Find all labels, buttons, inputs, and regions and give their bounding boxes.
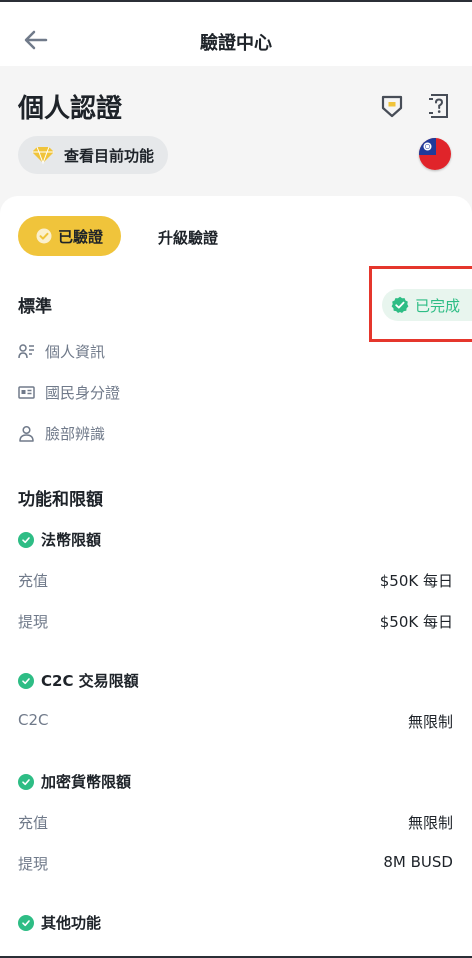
standard-section-title: 標準 <box>18 297 52 317</box>
fiat-limits-heading: 法幣限額 <box>18 529 101 550</box>
fiat-deposit-value: $50K 每日 <box>379 572 453 590</box>
top-bar: 驗證中心 <box>0 0 472 66</box>
requirement-label: 個人資訊 <box>45 343 106 361</box>
view-features-label: 查看目前功能 <box>64 146 155 165</box>
verification-card: 已驗證 升級驗證 標準 已完成 個人資訊 國民身分證 臉部辨識 功能和限額 法幣… <box>0 196 472 958</box>
user-info-icon <box>18 344 34 359</box>
crypto-deposit-value: 無限制 <box>407 814 453 832</box>
requirement-label: 臉部辨識 <box>45 425 106 443</box>
c2c-limits-title: C2C 交易限額 <box>41 672 139 690</box>
other-features-heading: 其他功能 <box>18 912 101 933</box>
crypto-limits-heading: 加密貨幣限額 <box>18 771 131 792</box>
crypto-withdraw-value: 8M BUSD <box>383 853 453 871</box>
face-icon <box>19 425 34 442</box>
c2c-value: 無限制 <box>407 713 453 731</box>
requirement-item-id-card: 國民身分證 <box>18 382 120 403</box>
view-features-button[interactable]: 查看目前功能 <box>18 136 169 174</box>
fiat-limits-title: 法幣限額 <box>41 531 102 549</box>
fiat-deposit-label: 充值 <box>18 572 49 590</box>
crypto-withdraw-label: 提現 <box>18 855 49 873</box>
tab-upgrade[interactable]: 升級驗證 <box>158 227 218 248</box>
tab-verified-label: 已驗證 <box>57 227 103 246</box>
check-circle-icon <box>18 773 34 790</box>
help-icon <box>429 94 448 118</box>
crypto-deposit-label: 充值 <box>18 814 49 832</box>
help-button[interactable] <box>427 94 453 122</box>
crypto-limits-title: 加密貨幣限額 <box>41 773 132 791</box>
country-flag[interactable] <box>419 138 451 170</box>
shield-button[interactable] <box>381 94 407 122</box>
taiwan-flag-icon <box>419 138 451 170</box>
requirement-item-face-recognition: 臉部辨識 <box>18 423 105 444</box>
fiat-withdraw-value: $50K 每日 <box>379 613 453 631</box>
shield-icon <box>381 95 403 118</box>
verified-check-icon <box>36 228 52 244</box>
verification-header: 個人認證 查看目前功能 <box>0 66 472 206</box>
page-header-title: 驗證中心 <box>200 33 272 54</box>
check-circle-icon <box>18 531 34 548</box>
requirement-label: 國民身分證 <box>45 384 121 402</box>
c2c-limits-heading: C2C 交易限額 <box>18 670 139 691</box>
id-card-icon <box>18 386 35 399</box>
limits-section-title: 功能和限額 <box>18 490 103 510</box>
c2c-label: C2C <box>18 711 49 729</box>
tab-verified[interactable]: 已驗證 <box>18 216 121 256</box>
fiat-withdraw-label: 提現 <box>18 613 49 631</box>
page-title: 個人認證 <box>18 94 123 124</box>
requirement-item-personal-info: 個人資訊 <box>18 341 105 362</box>
other-features-title: 其他功能 <box>41 914 102 932</box>
check-circle-icon <box>18 672 34 689</box>
diamond-tag-icon <box>32 146 54 165</box>
highlight-annotation-box <box>369 266 472 342</box>
check-circle-icon <box>18 914 34 931</box>
